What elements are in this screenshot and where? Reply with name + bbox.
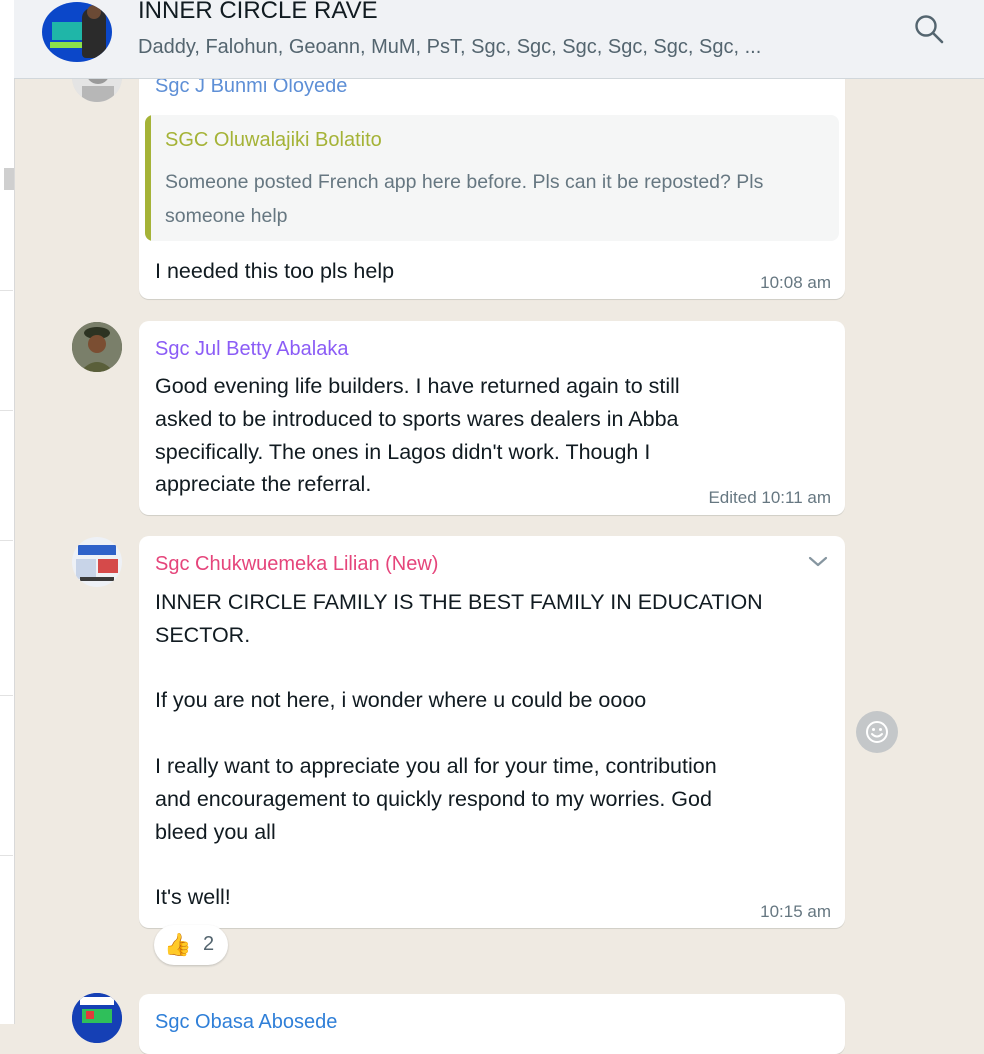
divider xyxy=(0,540,13,541)
group-members: Daddy, Falohun, Geoann, MuM, PsT, Sgc, S… xyxy=(138,36,762,58)
message-time: 10:15 am xyxy=(760,902,831,921)
group-avatar[interactable] xyxy=(42,2,112,62)
quoted-message[interactable]: SGC Oluwalajiki Bolatito Someone posted … xyxy=(145,115,839,241)
message-text: INNER CIRCLE FAMILY IS THE BEST FAMILY I… xyxy=(155,590,763,910)
divider xyxy=(0,290,13,291)
message-bubble[interactable]: Sgc Chukwuemeka Lilian (New) INNER CIRCL… xyxy=(139,536,845,928)
avatar-photo xyxy=(72,537,122,587)
reaction-count: 2 xyxy=(203,933,215,955)
message-time: 10:08 am xyxy=(760,273,831,292)
divider xyxy=(0,410,13,411)
left-panel-edge xyxy=(0,0,15,1024)
avatar[interactable] xyxy=(72,322,122,372)
avatar-graphic xyxy=(87,5,101,19)
sender-name[interactable]: Sgc Chukwuemeka Lilian (New) xyxy=(155,553,438,576)
sender-name[interactable]: Sgc Jul Betty Abalaka xyxy=(155,338,348,361)
message-text: I needed this too pls help xyxy=(155,259,395,283)
message-text: Good evening life builders. I have retur… xyxy=(155,374,680,497)
divider xyxy=(0,695,13,696)
divider xyxy=(0,855,13,856)
emoji-reaction-button[interactable] xyxy=(856,711,898,753)
message-bubble[interactable]: Sgc Obasa Abosede xyxy=(139,994,845,1054)
avatar-photo xyxy=(72,322,122,372)
group-title: INNER CIRCLE RAVE xyxy=(138,0,378,24)
quoted-sender: SGC Oluwalajiki Bolatito xyxy=(165,129,382,151)
sender-name[interactable]: Sgc Obasa Abosede xyxy=(155,1011,337,1034)
scroll-marker xyxy=(4,168,14,190)
avatar[interactable] xyxy=(72,993,122,1043)
smiley-icon xyxy=(866,721,888,743)
quoted-text: Someone posted French app here before. P… xyxy=(165,171,764,227)
avatar-graphic xyxy=(52,22,84,40)
search-icon[interactable] xyxy=(912,12,946,46)
quote-accent-bar xyxy=(145,115,151,241)
message-bubble[interactable]: Sgc Jul Betty Abalaka Good evening life … xyxy=(139,321,845,515)
reaction-badge[interactable]: 👍 2 xyxy=(154,925,228,965)
avatar-photo xyxy=(72,993,122,1043)
avatar[interactable] xyxy=(72,537,122,587)
thumbs-up-icon: 👍 xyxy=(164,932,192,957)
chevron-down-icon[interactable] xyxy=(807,550,829,572)
message-bubble[interactable]: Sgc J Bunmi Oloyede SGC Oluwalajiki Bola… xyxy=(139,50,845,299)
message-time: Edited 10:11 am xyxy=(708,488,831,507)
chat-header[interactable]: INNER CIRCLE RAVE Daddy, Falohun, Geoann… xyxy=(14,0,984,79)
avatar-graphic xyxy=(50,42,84,48)
